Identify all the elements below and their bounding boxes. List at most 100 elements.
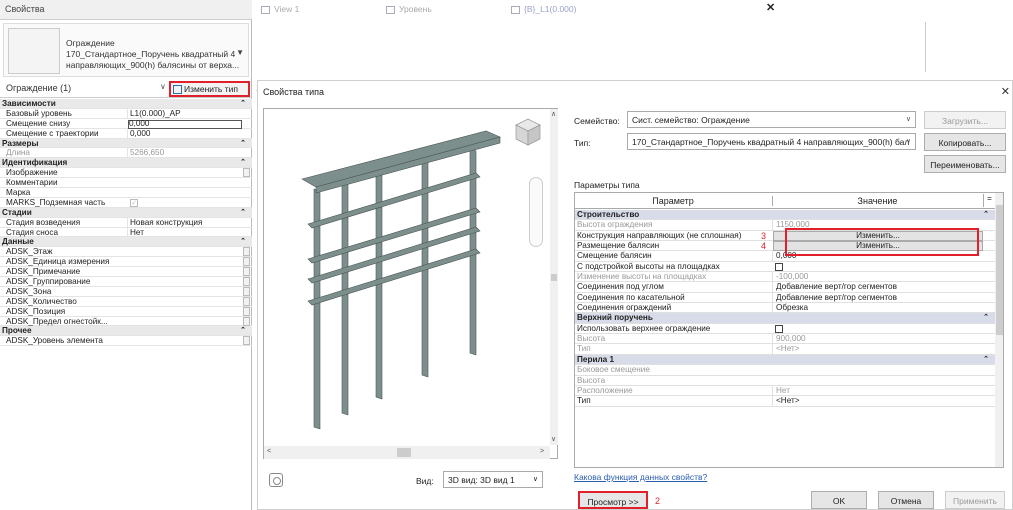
property-row[interactable]: ADSK_Этаж bbox=[0, 247, 252, 258]
property-value[interactable]: Нет bbox=[127, 227, 242, 238]
parameter-checkbox[interactable] bbox=[775, 262, 783, 271]
load-button[interactable]: Загрузить... bbox=[924, 111, 1006, 129]
collapse-icon[interactable]: ⌃ bbox=[983, 313, 989, 323]
property-row[interactable]: Стадия сноса Нет bbox=[0, 227, 252, 238]
collapse-icon[interactable]: ⌃ bbox=[240, 208, 246, 218]
property-row[interactable]: ADSK_Предел огнестойк... bbox=[0, 316, 252, 327]
parameter-row[interactable]: Использовать верхнее ограждение bbox=[575, 324, 995, 335]
property-category[interactable]: Прочее ⌃ bbox=[0, 326, 252, 337]
edit-value-button[interactable] bbox=[243, 247, 250, 257]
property-row[interactable]: Комментарии bbox=[0, 178, 252, 189]
property-row[interactable]: Смещение с траектории 0,000 bbox=[0, 128, 252, 139]
edit-value-button[interactable] bbox=[243, 257, 250, 267]
parameter-row[interactable]: Высота bbox=[575, 376, 995, 386]
property-row[interactable]: ADSK_Единица измерения bbox=[0, 257, 252, 268]
parameter-category[interactable]: Перила 1 ⌃ bbox=[575, 354, 995, 366]
apply-button[interactable]: Применить bbox=[945, 491, 1005, 509]
parameter-row[interactable]: Высота 900,000 bbox=[575, 334, 995, 345]
parameter-value[interactable]: Добавление верт/гор сегментов bbox=[772, 282, 982, 293]
parameter-value[interactable]: Добавление верт/гор сегментов bbox=[772, 292, 982, 304]
parameter-checkbox[interactable] bbox=[775, 324, 783, 333]
parameter-category[interactable]: Верхний поручень ⌃ bbox=[575, 313, 995, 324]
parameter-row[interactable]: С подстройкой высоты на площадках bbox=[575, 262, 995, 273]
property-checkbox[interactable]: ✓ bbox=[130, 198, 138, 207]
type-selector[interactable]: Ограждение 170_Стандартное_Поручень квад… bbox=[3, 23, 249, 77]
parameter-row[interactable]: Боковое смещение bbox=[575, 365, 995, 376]
vertical-scrollbar[interactable] bbox=[995, 193, 1003, 467]
edit-value-button[interactable] bbox=[243, 168, 250, 178]
collapse-icon[interactable]: ⌃ bbox=[240, 139, 246, 149]
parameter-value[interactable]: 900,000 bbox=[772, 334, 982, 345]
property-row[interactable]: ADSK_Примечание bbox=[0, 267, 252, 278]
tab-floor-plan[interactable]: {B}_L1(0.000) bbox=[511, 4, 576, 14]
property-row[interactable]: Смещение снизу 0,000 bbox=[0, 119, 252, 129]
property-row[interactable]: Изображение bbox=[0, 168, 252, 179]
property-row[interactable]: Длина 5266,650 bbox=[0, 148, 252, 159]
parameter-value[interactable]: Нет bbox=[772, 385, 982, 397]
parameter-row[interactable]: Тип <Нет> bbox=[575, 396, 995, 407]
parameter-row[interactable]: Изменение высоты на площадках -100,000 bbox=[575, 272, 995, 283]
parameter-row[interactable]: Соединения по касательной Добавление верт… bbox=[575, 292, 995, 304]
property-category[interactable]: Зависимости ⌃ bbox=[0, 99, 252, 109]
cancel-button[interactable]: Отмена bbox=[878, 491, 934, 509]
parameter-value[interactable]: Обрезка bbox=[772, 303, 982, 314]
parameter-row[interactable]: Расположение Нет bbox=[575, 385, 995, 397]
property-category[interactable]: Данные ⌃ bbox=[0, 237, 252, 248]
collapse-icon[interactable]: ⌃ bbox=[983, 210, 989, 220]
property-value[interactable]: 5266,650 bbox=[127, 148, 242, 159]
edit-type-button[interactable]: Изменить тип bbox=[169, 81, 250, 97]
family-select[interactable]: Сист. семейство: Ограждение ∨ bbox=[627, 111, 916, 128]
collapse-icon[interactable]: ⌃ bbox=[240, 237, 246, 247]
tab-view-1[interactable]: View 1 bbox=[261, 4, 299, 14]
rename-button[interactable]: Переименовать... bbox=[924, 155, 1006, 173]
property-row[interactable]: MARKS_Подземная часть ✓ bbox=[0, 198, 252, 208]
property-category[interactable]: Размеры ⌃ bbox=[0, 138, 252, 149]
copy-button[interactable]: Копировать... bbox=[924, 133, 1006, 151]
collapse-icon[interactable]: ⌃ bbox=[983, 355, 989, 365]
property-row[interactable]: Базовый уровень L1(0.000)_AP bbox=[0, 108, 252, 119]
parameter-category[interactable]: Строительство ⌃ bbox=[575, 210, 995, 221]
chevron-down-icon[interactable]: ▼ bbox=[236, 48, 244, 57]
parameter-row[interactable]: Соединения ограждений Обрезка bbox=[575, 303, 995, 314]
property-category[interactable]: Стадии ⌃ bbox=[0, 207, 252, 218]
parameter-value[interactable]: <Нет> bbox=[772, 396, 982, 407]
type-select[interactable]: 170_Стандартное_Поручень квадратный 4 на… bbox=[627, 133, 916, 150]
property-row[interactable]: ADSK_Количество bbox=[0, 296, 252, 307]
property-category[interactable]: Идентификация ⌃ bbox=[0, 158, 252, 169]
preview-viewport[interactable]: ∧ ∨ < > bbox=[263, 108, 558, 459]
collapse-icon[interactable]: ⌃ bbox=[240, 326, 246, 336]
close-icon[interactable]: ✕ bbox=[1001, 85, 1010, 98]
property-value[interactable]: L1(0.000)_AP bbox=[127, 108, 242, 119]
edit-value-button[interactable] bbox=[243, 316, 250, 326]
horizontal-scrollbar[interactable]: < > bbox=[264, 446, 550, 459]
edit-value-button[interactable] bbox=[243, 267, 250, 277]
property-value[interactable]: 0,000 bbox=[127, 119, 242, 129]
collapse-icon[interactable]: ⌃ bbox=[240, 158, 246, 168]
parameter-row[interactable]: Соединения под углом Добавление верт/гор … bbox=[575, 282, 995, 293]
property-row[interactable]: Стадия возведения Новая конструкция bbox=[0, 217, 252, 228]
close-icon[interactable]: ✕ bbox=[766, 1, 775, 14]
vertical-scrollbar[interactable]: ∧ ∨ bbox=[550, 109, 558, 445]
edit-value-button[interactable] bbox=[243, 336, 250, 346]
ok-button[interactable]: OK bbox=[811, 491, 867, 509]
steering-wheel-icon[interactable] bbox=[269, 473, 283, 487]
property-row[interactable]: ADSK_Уровень элемента bbox=[0, 336, 252, 347]
parameter-row[interactable]: Тип <Нет> bbox=[575, 344, 995, 355]
property-row[interactable]: ADSK_Зона bbox=[0, 286, 252, 297]
help-link[interactable]: Какова функция данных свойств? bbox=[574, 472, 707, 482]
property-value[interactable]: 0,000 bbox=[127, 128, 242, 139]
edit-value-button[interactable] bbox=[243, 296, 250, 306]
property-row[interactable]: ADSK_Группирование bbox=[0, 277, 252, 287]
tab-level[interactable]: Уровень bbox=[386, 4, 432, 14]
view-select[interactable]: 3D вид: 3D вид 1 ∨ bbox=[443, 471, 543, 488]
edit-value-button[interactable] bbox=[243, 306, 250, 316]
navigation-bar[interactable] bbox=[529, 177, 543, 247]
edit-value-button[interactable] bbox=[243, 286, 250, 296]
property-row[interactable]: Марка bbox=[0, 188, 252, 198]
parameter-value[interactable]: <Нет> bbox=[772, 344, 982, 355]
element-filter-select[interactable]: Ограждение (1) bbox=[3, 82, 169, 96]
collapse-icon[interactable]: ⌃ bbox=[240, 99, 246, 109]
property-row[interactable]: ADSK_Позиция bbox=[0, 306, 252, 317]
viewcube-icon[interactable] bbox=[511, 117, 545, 147]
edit-value-button[interactable] bbox=[243, 277, 250, 287]
